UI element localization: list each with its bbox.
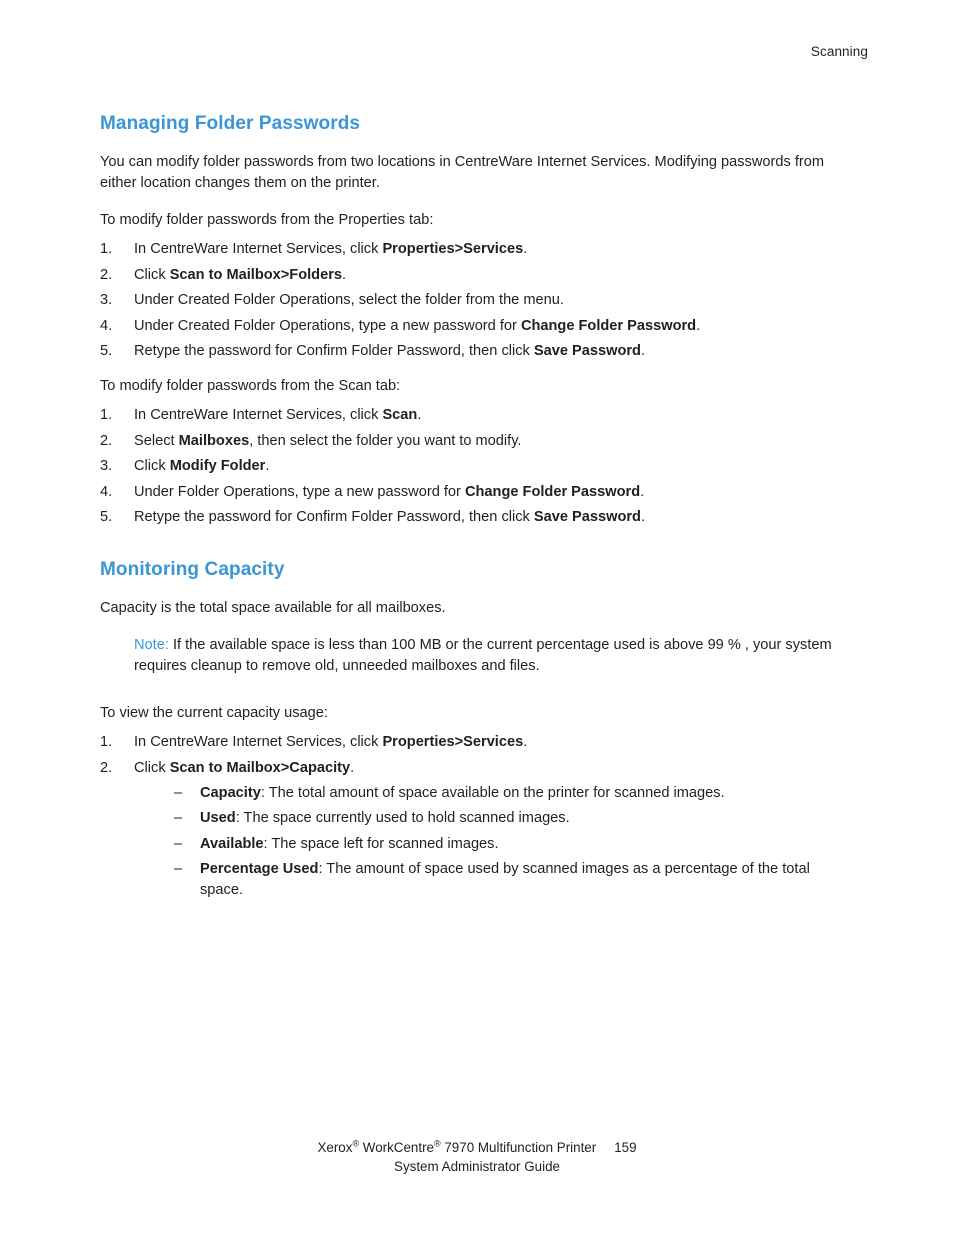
page-title: Managing Folder Passwords xyxy=(100,113,361,134)
list-item: Click Scan to Mailbox>Folders. xyxy=(100,265,854,286)
list-item: In CentreWare Internet Services, click S… xyxy=(100,405,854,426)
step-text-pre: Click xyxy=(134,458,170,474)
page-footer: Xerox® WorkCentre® 7970 Multifunction Pr… xyxy=(0,1138,954,1176)
step-text-bold: Scan to Mailbox>Capacity xyxy=(169,759,351,776)
capacity-intro-paragraph: Capacity is the total space available fo… xyxy=(100,600,446,616)
step-text-bold: Properties>Services xyxy=(382,734,524,750)
running-header: Scanning xyxy=(810,44,868,59)
footer-brand: Xerox xyxy=(317,1140,353,1155)
step-text-pre: Under Created Folder Operations, select … xyxy=(134,292,564,308)
note-text: If the available space is less than 100 … xyxy=(134,637,832,674)
registered-trademark-icon: ® xyxy=(434,1138,441,1149)
page-content: Managing Folder Passwords You can modify… xyxy=(100,112,854,915)
definition-text: : The space left for scanned images. xyxy=(263,835,499,852)
note-label: Note: xyxy=(134,637,169,653)
lead-in-scan-tab: To modify folder passwords from the Scan… xyxy=(100,378,401,394)
step-text-post: . xyxy=(640,509,646,525)
list-item: Click Scan to Mailbox>Capacity. Capacity… xyxy=(100,758,854,902)
capacity-definition-list: Capacity: The total amount of space avai… xyxy=(134,783,854,902)
note-block: Note: If the available space is less tha… xyxy=(100,635,854,677)
list-item: Capacity: The total amount of space avai… xyxy=(134,783,854,804)
list-item: Under Folder Operations, type a new pass… xyxy=(100,482,854,503)
step-text-pre: Select xyxy=(134,432,179,449)
list-item: Under Created Folder Operations, select … xyxy=(100,290,854,311)
step-text-bold: Save Password xyxy=(533,343,641,359)
definition-term: Percentage Used xyxy=(200,861,319,877)
step-text-bold: Scan xyxy=(382,407,418,423)
list-item: Retype the password for Confirm Folder P… xyxy=(100,341,854,362)
lead-in-properties-tab: To modify folder passwords from the Prop… xyxy=(100,212,434,228)
section-heading-monitoring-capacity: Monitoring Capacity xyxy=(100,559,285,580)
step-text-pre: In CentreWare Internet Services, click xyxy=(134,241,383,257)
step-text-bold: Save Password xyxy=(533,509,641,525)
steps-list-capacity: In CentreWare Internet Services, click P… xyxy=(100,732,854,901)
step-text-post: . xyxy=(342,266,347,283)
step-text-pre: In CentreWare Internet Services, click xyxy=(134,407,383,423)
step-text-pre: Retype the password for Confirm Folder P… xyxy=(134,509,534,525)
steps-list-properties-tab: In CentreWare Internet Services, click P… xyxy=(100,239,854,362)
step-text-post: . xyxy=(523,734,528,750)
list-item: Under Created Folder Operations, type a … xyxy=(100,316,854,337)
step-text-pre: In CentreWare Internet Services, click xyxy=(134,734,383,750)
steps-list-scan-tab: In CentreWare Internet Services, click S… xyxy=(100,405,854,528)
step-text-bold: Mailboxes xyxy=(178,432,250,449)
footer-product-mid: WorkCentre xyxy=(359,1140,434,1155)
definition-text: : The total amount of space available on… xyxy=(260,784,725,801)
list-item: Click Modify Folder. xyxy=(100,456,854,477)
step-text-post: , then select the folder you want to mod… xyxy=(249,432,522,449)
step-text-post: . xyxy=(640,483,645,500)
step-text-pre: Retype the password for Confirm Folder P… xyxy=(134,343,534,359)
definition-term: Available xyxy=(200,835,264,852)
list-item: Select Mailboxes, then select the folder… xyxy=(100,431,854,452)
footer-product-line: Xerox® WorkCentre® 7970 Multifunction Pr… xyxy=(317,1138,637,1155)
document-page: Scanning Managing Folder Passwords You c… xyxy=(0,0,954,1235)
list-item: Available: The space left for scanned im… xyxy=(134,834,854,855)
list-item: In CentreWare Internet Services, click P… xyxy=(100,732,854,753)
step-text-bold: Change Folder Password xyxy=(520,317,697,334)
step-text-post: . xyxy=(265,458,270,474)
step-text-post: . xyxy=(523,241,528,257)
list-item: Used: The space currently used to hold s… xyxy=(134,808,854,829)
step-text-bold: Modify Folder xyxy=(169,458,266,474)
list-item: Retype the password for Confirm Folder P… xyxy=(100,507,854,528)
section-intro-paragraph: You can modify folder passwords from two… xyxy=(100,154,825,191)
definition-term: Used xyxy=(200,810,236,826)
page-number: 159 xyxy=(614,1140,637,1155)
definition-term: Capacity xyxy=(200,784,261,801)
footer-guide-line: System Administrator Guide xyxy=(394,1159,560,1174)
step-text-bold: Properties>Services xyxy=(382,241,524,257)
step-text-post: . xyxy=(696,317,701,334)
lead-in-capacity-usage: To view the current capacity usage: xyxy=(100,705,328,721)
step-text-pre: Under Folder Operations, type a new pass… xyxy=(134,483,465,500)
step-text-pre: Click xyxy=(134,266,170,283)
step-text-post: . xyxy=(417,407,422,423)
step-text-post: . xyxy=(350,759,355,776)
step-text-pre: Under Created Folder Operations, type a … xyxy=(134,317,521,334)
step-text-bold: Scan to Mailbox>Folders xyxy=(169,266,343,283)
footer-product-post: 7970 Multifunction Printer xyxy=(440,1140,597,1155)
step-text-pre: Click xyxy=(134,759,170,776)
list-item: In CentreWare Internet Services, click P… xyxy=(100,239,854,260)
step-text-bold: Change Folder Password xyxy=(464,483,641,500)
definition-text: : The space currently used to hold scann… xyxy=(235,810,570,826)
list-item: Percentage Used: The amount of space use… xyxy=(134,859,854,901)
step-text-post: . xyxy=(640,343,646,359)
